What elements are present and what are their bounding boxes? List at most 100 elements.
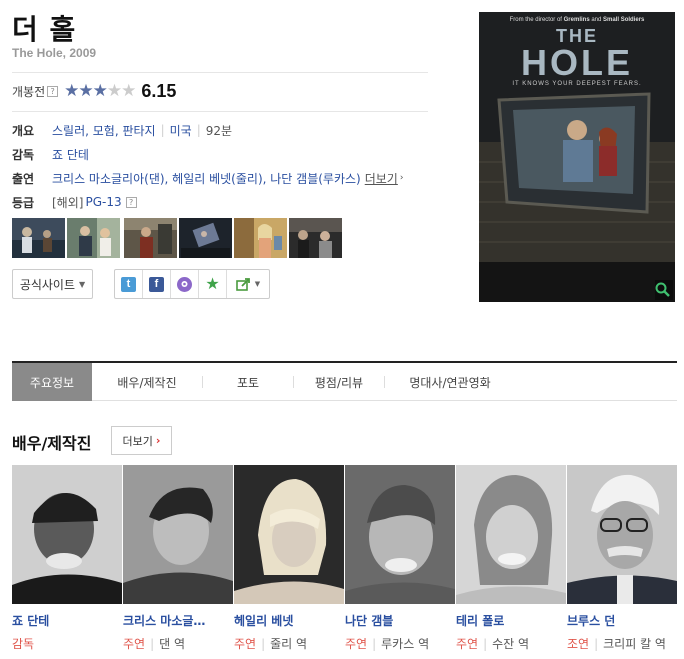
country-link[interactable]: 미국 bbox=[170, 122, 192, 139]
cast-photo[interactable] bbox=[123, 465, 233, 604]
tab-quotes-related[interactable]: 명대사/연관영화 bbox=[385, 363, 515, 401]
rating-label: 개봉전 bbox=[12, 84, 46, 99]
separator: | bbox=[372, 637, 377, 651]
still-thumbnail[interactable] bbox=[179, 218, 232, 258]
cast-more-link[interactable]: 더보기 bbox=[365, 170, 398, 187]
runtime: 92분 bbox=[205, 123, 233, 138]
movie-tabs: 주요정보 배우/제작진 포토 평점/리뷰 명대사/연관영화 bbox=[12, 361, 677, 401]
cast-card[interactable]: 크리스 마소글… 주연 | 댄 역 bbox=[123, 465, 233, 652]
facebook-share-button[interactable]: f bbox=[143, 270, 171, 298]
grade-region: [해외] bbox=[52, 195, 84, 210]
twitter-share-button[interactable]: t bbox=[115, 270, 143, 298]
cast-role-line: 조연 | 크리피 칼 역 bbox=[567, 635, 677, 652]
cast-card[interactable]: 죠 단테 감독 bbox=[12, 465, 122, 652]
divider bbox=[12, 72, 428, 73]
info-director: 감독 죠 단테 bbox=[12, 142, 432, 166]
separator: | bbox=[150, 637, 155, 651]
info-summary: 개요 스릴러, 모험, 판타지 | 미국 | 92분 bbox=[12, 118, 432, 142]
favorite-button[interactable]: ★ bbox=[199, 270, 227, 298]
director-link[interactable]: 죠 단테 bbox=[52, 146, 89, 163]
cast-photo[interactable] bbox=[345, 465, 455, 604]
tab-main-info[interactable]: 주요정보 bbox=[12, 363, 92, 401]
official-site-label: 공식사이트 bbox=[19, 277, 76, 292]
still-thumbnail[interactable] bbox=[289, 218, 342, 258]
help-icon[interactable]: ? bbox=[47, 85, 59, 97]
cast-card[interactable]: 헤일리 베넷 주연 | 줄리 역 bbox=[234, 465, 344, 652]
cast-role-line: 주연 | 줄리 역 bbox=[234, 635, 344, 652]
cast-character: 수잔 역 bbox=[492, 637, 530, 651]
cast-name[interactable]: 크리스 마소글… bbox=[123, 612, 223, 629]
help-icon[interactable]: ? bbox=[125, 196, 137, 208]
stills-strip bbox=[12, 218, 342, 258]
cast-list: 죠 단테 감독 크리스 마소글… 주연 | 댄 역 헤일리 베넷 주연 | 줄리 역 나… bbox=[12, 465, 678, 652]
cast-character: 줄리 역 bbox=[270, 637, 308, 651]
still-thumbnail[interactable] bbox=[234, 218, 287, 258]
cast-name[interactable]: 브루스 던 bbox=[567, 612, 667, 629]
chevron-right-icon: › bbox=[399, 173, 404, 183]
separator: | bbox=[483, 637, 488, 651]
cast-role: 조연 bbox=[567, 637, 590, 651]
info-key: 개요 bbox=[12, 123, 35, 138]
cast-role: 주연 bbox=[345, 637, 368, 651]
movie-info: 개요 스릴러, 모험, 판타지 | 미국 | 92분 감독 죠 단테 출연 크리… bbox=[12, 118, 432, 214]
star-filled-icon: ★ bbox=[78, 81, 93, 101]
cast-role-line: 주연 | 수잔 역 bbox=[456, 635, 566, 652]
genre-link[interactable]: 스릴러, 모험, 판타지 bbox=[52, 122, 156, 139]
separator: | bbox=[261, 637, 266, 651]
info-key: 출연 bbox=[12, 171, 35, 186]
rating-stars: ★★★★★ bbox=[64, 81, 136, 101]
cast-role-line: 감독 bbox=[12, 635, 122, 652]
zoom-icon[interactable] bbox=[654, 281, 672, 299]
section-title: 배우/제작진 bbox=[12, 434, 92, 453]
share-buttons: t f ★ ▼ bbox=[114, 269, 270, 299]
cast-card[interactable]: 테리 폴로 주연 | 수잔 역 bbox=[456, 465, 566, 652]
official-site-button[interactable]: 공식사이트 ▼ bbox=[12, 269, 93, 299]
star-icon: ★ bbox=[205, 274, 220, 293]
star-empty-icon: ★ bbox=[121, 81, 136, 101]
cast-name[interactable]: 죠 단테 bbox=[12, 612, 112, 629]
separator: | bbox=[196, 123, 201, 137]
tab-ratings-reviews[interactable]: 평점/리뷰 bbox=[294, 363, 384, 401]
tab-photos[interactable]: 포토 bbox=[203, 363, 293, 401]
share-more-button[interactable]: ▼ bbox=[227, 270, 269, 298]
cast-name[interactable]: 테리 폴로 bbox=[456, 612, 556, 629]
separator: | bbox=[594, 637, 599, 651]
cast-photo[interactable] bbox=[456, 465, 566, 604]
cast-card[interactable]: 나단 갬블 주연 | 루카스 역 bbox=[345, 465, 455, 652]
chevron-down-icon: ▼ bbox=[79, 279, 86, 289]
still-thumbnail[interactable] bbox=[67, 218, 120, 258]
chevron-down-icon: ▼ bbox=[254, 280, 261, 288]
movie-poster[interactable]: From the director of Gremlins and Small … bbox=[479, 12, 675, 302]
cast-name[interactable]: 나단 갬블 bbox=[345, 612, 445, 629]
info-key: 감독 bbox=[12, 147, 35, 162]
cast-more-button[interactable]: 더보기 › bbox=[111, 426, 172, 455]
tab-cast-crew[interactable]: 배우/제작진 bbox=[92, 363, 202, 401]
cast-photo[interactable] bbox=[12, 465, 122, 604]
cast-photo[interactable] bbox=[567, 465, 677, 604]
cast-role: 감독 bbox=[12, 637, 35, 651]
poster-tagline: IT KNOWS YOUR DEEPEST FEARS. bbox=[512, 81, 642, 87]
cast-name[interactable]: 헤일리 베넷 bbox=[234, 612, 334, 629]
still-thumbnail[interactable] bbox=[124, 218, 177, 258]
info-grade: 등급 [해외] PG-13 ? bbox=[12, 190, 432, 214]
poster-credit-1: Gremlins bbox=[563, 17, 590, 23]
rating-score: 6.15 bbox=[141, 80, 177, 101]
kakaostory-icon bbox=[177, 276, 192, 292]
star-filled-icon: ★ bbox=[92, 81, 108, 101]
facebook-icon: f bbox=[149, 276, 164, 292]
grade-link[interactable]: PG-13 bbox=[85, 195, 121, 209]
info-key: 등급 bbox=[12, 195, 35, 210]
divider bbox=[12, 111, 428, 112]
cast-role-line: 주연 | 댄 역 bbox=[123, 635, 233, 652]
info-cast: 출연 크리스 마소글리아(댄), 헤일리 베넷(줄리), 나단 갬블(루카스) … bbox=[12, 166, 432, 190]
twitter-icon: t bbox=[121, 276, 136, 292]
kakaostory-share-button[interactable] bbox=[171, 270, 199, 298]
cast-photo[interactable] bbox=[234, 465, 344, 604]
star-empty-icon: ★ bbox=[106, 81, 122, 101]
still-thumbnail[interactable] bbox=[12, 218, 65, 258]
poster-credit-2: Small Soldiers bbox=[603, 17, 645, 23]
cast-character: 크리피 칼 역 bbox=[603, 637, 666, 651]
cast-card[interactable]: 브루스 던 조연 | 크리피 칼 역 bbox=[567, 465, 677, 652]
cast-links[interactable]: 크리스 마소글리아(댄), 헤일리 베넷(줄리), 나단 갬블(루카스) bbox=[52, 170, 361, 187]
cast-role: 주연 bbox=[123, 637, 146, 651]
